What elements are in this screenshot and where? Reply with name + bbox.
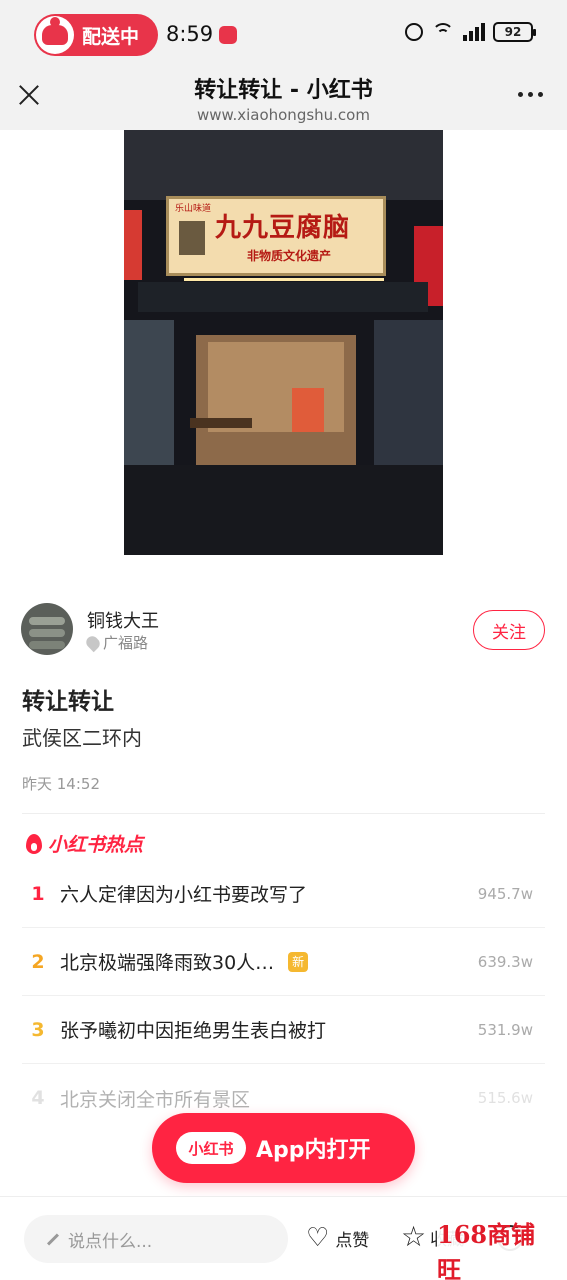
hot-rank: 1	[31, 882, 45, 905]
hot-count: 515.6w	[477, 1089, 533, 1107]
heart-icon: ♡	[306, 1223, 330, 1253]
post-photo[interactable]: 乐山味道 九九豆腐脑 非物质文化遗产	[124, 130, 443, 555]
hot-list-item[interactable]: 2 北京极端强降雨致30人… 新 639.3w	[22, 928, 545, 996]
hot-count: 945.7w	[477, 884, 533, 903]
shop-sign-subtitle: 非物质文化遗产	[247, 249, 332, 263]
hot-list-header: 小红书热点	[26, 830, 143, 857]
page-title: 转让转让 - 小红书	[194, 78, 373, 103]
hot-list-item[interactable]: 1 六人定律因为小红书要改写了 945.7w	[22, 860, 545, 928]
shop-sign: 乐山味道 九九豆腐脑 非物质文化遗产	[166, 196, 386, 276]
author-location-text: 广福路	[103, 634, 149, 652]
flame-icon	[26, 833, 42, 854]
delivery-status-pill[interactable]: 配送中	[34, 14, 158, 56]
delivery-scooter-icon	[36, 16, 74, 54]
shop-sign-tag: 乐山味道	[175, 204, 212, 214]
wifi-icon	[431, 23, 455, 41]
alarm-icon	[405, 23, 423, 41]
app-notification-icon	[219, 26, 237, 44]
hot-rank: 4	[31, 1087, 45, 1109]
open-in-app-label: App内打开	[256, 1138, 371, 1163]
hot-topic: 北京极端强降雨致30人…	[60, 952, 275, 974]
author-name[interactable]: 铜钱大王	[87, 607, 159, 633]
hot-topic: 六人定律因为小红书要改写了	[60, 884, 308, 906]
star-icon: ☆	[401, 1220, 427, 1253]
xiaohongshu-logo: 小红书	[176, 1132, 246, 1164]
author-avatar[interactable]	[21, 603, 73, 655]
hot-list-title: 小红书热点	[48, 834, 144, 856]
follow-button[interactable]: 关注	[473, 610, 545, 650]
hot-topic: 北京关闭全市所有景区	[60, 1088, 251, 1111]
status-clock: 8:59	[166, 22, 214, 46]
page-url: www.xiaohongshu.com	[197, 106, 370, 124]
like-button[interactable]: ♡ 点赞	[306, 1225, 369, 1251]
watermark-logo: 168商铺旺	[437, 1220, 559, 1280]
open-in-app-button[interactable]: 小红书 App内打开	[152, 1113, 415, 1183]
post-body: 武侯区二环内	[22, 726, 142, 750]
browser-header: 转让转让 - 小红书 www.xiaohongshu.com	[0, 70, 567, 130]
delivery-status-label: 配送中	[82, 25, 140, 48]
pencil-icon	[46, 1232, 60, 1246]
author-location: 广福路	[83, 632, 149, 653]
system-icons: 92	[405, 22, 536, 42]
battery-level: 92	[504, 25, 522, 39]
post-timestamp: 昨天 14:52	[22, 775, 100, 793]
battery-icon: 92	[493, 22, 536, 42]
divider	[22, 813, 545, 814]
shop-sign-portrait	[179, 221, 205, 255]
like-label: 点赞	[335, 1230, 370, 1251]
hot-rank: 2	[31, 950, 45, 973]
hot-rank: 3	[31, 1018, 45, 1041]
location-pin-icon	[83, 633, 103, 652]
signal-icon	[463, 23, 485, 41]
more-options-icon[interactable]	[518, 92, 543, 97]
new-badge: 新	[288, 951, 309, 972]
comment-input[interactable]: 说点什么...	[24, 1215, 288, 1263]
hot-topic: 张予曦初中因拒绝男生表白被打	[60, 1020, 327, 1042]
status-bar: 配送中 8:59 92	[0, 0, 567, 70]
hot-list-item[interactable]: 3 张予曦初中因拒绝男生表白被打 531.9w	[22, 996, 545, 1064]
hot-count: 639.3w	[477, 952, 533, 971]
shop-sign-name: 九九豆腐脑	[215, 213, 351, 243]
post-title: 转让转让	[22, 689, 114, 715]
comment-placeholder: 说点什么...	[68, 1231, 153, 1252]
hot-count: 531.9w	[477, 1020, 533, 1039]
